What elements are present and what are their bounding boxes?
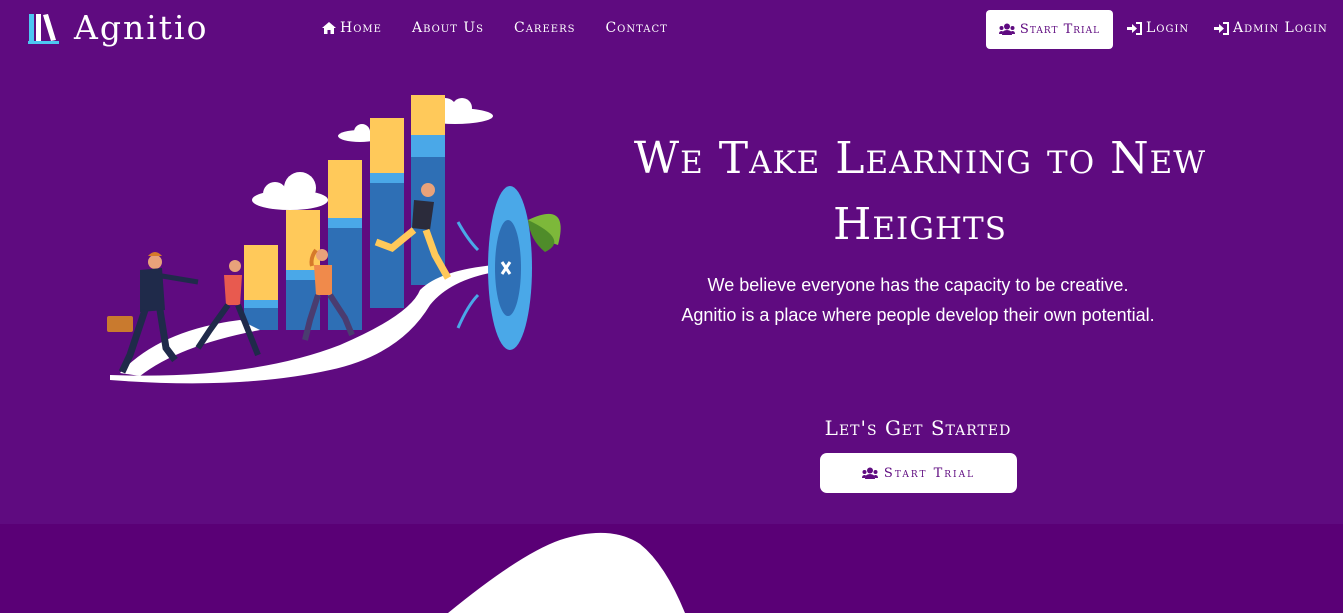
nav-home-label: Home — [340, 20, 382, 36]
bottom-section — [0, 524, 1343, 613]
nav-careers-label: Careers — [514, 20, 576, 36]
hero-subtitle-line2: Agnitio is a place where people develop … — [681, 305, 1155, 325]
users-icon — [861, 467, 878, 479]
hero-subtitle-line1: We believe everyone has the capacity to … — [707, 275, 1129, 295]
start-trial-main-button[interactable]: Start Trial — [820, 453, 1017, 493]
hero-title: We Take Learning to New Heights — [633, 133, 1207, 250]
cta-heading: Let's Get Started — [824, 416, 1012, 440]
main-nav: Home About Us Careers Contact — [322, 20, 698, 36]
top-navbar: Agnitio Home About Us Careers Contact St… — [0, 0, 1343, 58]
start-trial-nav-label: Start Trial — [1019, 22, 1101, 37]
users-icon — [998, 23, 1015, 35]
brand-name: Agnitio — [74, 8, 209, 47]
login-link[interactable]: Login — [1127, 20, 1189, 36]
admin-login-link[interactable]: Admin Login — [1214, 20, 1328, 36]
nav-about[interactable]: About Us — [412, 20, 484, 36]
nav-contact-label: Contact — [605, 20, 668, 36]
admin-login-label: Admin Login — [1233, 20, 1328, 36]
nav-home[interactable]: Home — [322, 20, 382, 36]
wave-shape — [448, 532, 685, 613]
login-label: Login — [1146, 20, 1190, 36]
nav-careers[interactable]: Careers — [514, 20, 575, 36]
books-logo-icon — [28, 14, 59, 44]
sign-in-icon — [1214, 21, 1229, 35]
home-icon — [322, 22, 336, 34]
nav-contact[interactable]: Contact — [605, 20, 667, 36]
sign-in-icon — [1127, 21, 1142, 35]
brand-logo[interactable]: Agnitio — [28, 8, 208, 48]
start-trial-main-label: Start Trial — [883, 465, 976, 481]
start-trial-nav-button[interactable]: Start Trial — [986, 10, 1113, 49]
nav-about-label: About Us — [411, 20, 484, 36]
hero-subtitle: We believe everyone has the capacity to … — [600, 270, 1236, 330]
growth-illustration — [107, 95, 561, 384]
